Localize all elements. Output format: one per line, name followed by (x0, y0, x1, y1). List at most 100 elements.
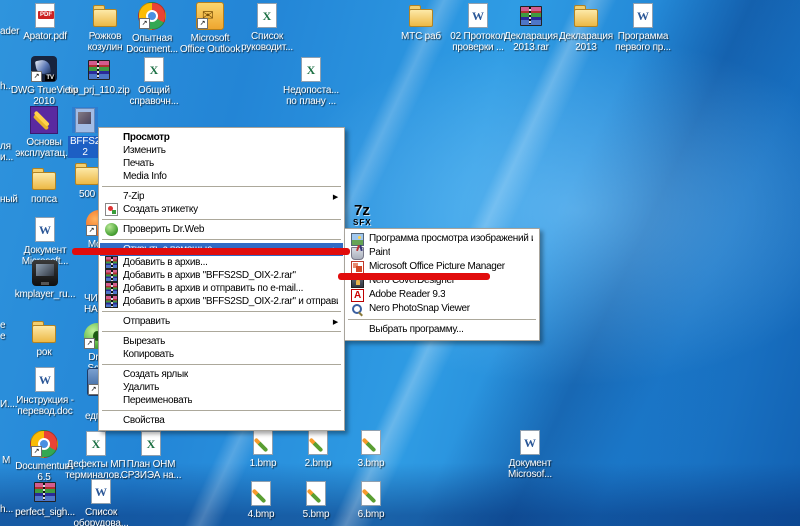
icon-label: BFFS22 (68, 136, 102, 158)
desktop-icon[interactable]: 1.bmp (234, 429, 292, 469)
desktop-label-fragment[interactable]: ляи... (0, 141, 13, 163)
menu-icon-spacer (105, 170, 118, 183)
icon-label: Списокоборудова... (73, 507, 128, 526)
menu-item-print[interactable]: Печать (100, 157, 343, 170)
menu-item-add-to-named-archive[interactable]: Добавить в архив "BFFS2SD_OIX-2.rar" (100, 269, 343, 282)
desktop-icon[interactable]: рок (15, 318, 73, 358)
bmp-icon (248, 480, 274, 506)
word-icon (32, 366, 58, 392)
desktop-icon[interactable]: МТС раб (392, 2, 450, 42)
icon-label: Декларация2013 (559, 31, 613, 53)
desktop-icon[interactable]: Списокруководит... (238, 2, 296, 53)
submenu-item-picture-fax-viewer[interactable]: Программа просмотра изображений и факсов (346, 232, 538, 246)
winrar-icon (105, 295, 118, 308)
chrome-icon (30, 430, 58, 458)
desktop-icon[interactable]: Apator.pdf (16, 2, 74, 42)
desktop-label-fragment[interactable]: И.... (0, 399, 17, 410)
winrar-icon (105, 256, 118, 269)
desktop-icon[interactable]: Декларация2013 (557, 2, 615, 53)
submenu-item-picture-manager[interactable]: Microsoft Office Picture Manager (346, 260, 538, 274)
menu-item-label: Вырезать (123, 335, 165, 348)
menu-item-media-info[interactable]: Media Info (100, 170, 343, 183)
icon-label: МТС раб (401, 31, 441, 42)
submenu-item-choose-program[interactable]: Выбрать программу... (346, 323, 538, 337)
desktop-icon[interactable]: План ОНМСРЗИЭА на... (122, 430, 180, 481)
submenu-item-adobe-reader[interactable]: Adobe Reader 9.3 (346, 288, 538, 302)
desktop-icon[interactable]: Общийсправочн... (125, 56, 183, 107)
menu-item-create-label[interactable]: Создать этикетку (100, 203, 343, 216)
picfax-icon (351, 233, 364, 246)
menu-item-archive-email[interactable]: Добавить в архив и отправить по e-mail..… (100, 282, 343, 295)
menu-item-label: Отправить (123, 315, 170, 328)
menu-item-preview[interactable]: Просмотр (100, 131, 343, 144)
menu-item-label: Удалить (123, 381, 159, 394)
winrar-icon (105, 282, 118, 295)
desktop-icon[interactable]: Недопоста...по плану ... (282, 56, 340, 107)
menu-item-7zip[interactable]: 7-Zip (100, 190, 343, 203)
context-menu-separator (102, 410, 341, 411)
paint-icon (351, 247, 364, 260)
menu-item-cut[interactable]: Вырезать (100, 335, 343, 348)
desktop-label-fragment[interactable]: М (2, 455, 10, 466)
menu-item-label: Nero PhotoSnap Viewer (369, 302, 470, 316)
submenu-item-paint[interactable]: Paint (346, 246, 538, 260)
menu-item-properties[interactable]: Свойства (100, 414, 343, 427)
desktop-icon[interactable]: MicrosoftOffice Outlook (181, 2, 239, 55)
icon-label: М (2, 455, 10, 466)
menu-icon-spacer (105, 315, 118, 328)
desktop-icon[interactable]: Списокоборудова... (72, 478, 130, 526)
menu-item-create-shortcut[interactable]: Создать ярлык (100, 368, 343, 381)
menu-item-label: Программа просмотра изображений и факсов (369, 232, 533, 246)
desktop-icon[interactable]: Дефекты МПтерминалов... (67, 430, 125, 481)
purple-icon (30, 106, 58, 134)
desktop-label-fragment[interactable]: h... (0, 504, 13, 515)
desktop-icon[interactable]: ОпытнаяDocument... (123, 2, 181, 55)
annotation-red-underline (72, 248, 350, 255)
desktop-icon[interactable]: Инструкция -перевод.doc (16, 366, 74, 417)
desktop-icon[interactable] (337, 203, 395, 229)
desktop-icon[interactable]: 6.bmp (342, 480, 400, 520)
menu-item-copy[interactable]: Копировать (100, 348, 343, 361)
menu-item-label: Добавить в архив "BFFS2SD_OIX-2.rar" (123, 269, 296, 282)
desktop-label-fragment[interactable]: ЧИНА (84, 293, 98, 315)
menu-item-add-to-archive[interactable]: Добавить в архив... (100, 256, 343, 269)
desktop-icon[interactable]: perfect_sigh... (16, 478, 74, 518)
desktop-icon[interactable]: DWG TrueView2010 (15, 56, 73, 107)
desktop-icon[interactable]: 3.bmp (342, 429, 400, 469)
folder-icon (92, 2, 118, 28)
desktop-icon[interactable]: 2.bmp (289, 429, 347, 469)
word-icon (630, 2, 656, 28)
desktop-icon[interactable]: Программапервого пр... (614, 2, 672, 53)
menu-item-named-archive-email[interactable]: Добавить в архив "BFFS2SD_OIX-2.rar" и о… (100, 295, 343, 308)
menu-item-label: Adobe Reader 9.3 (369, 288, 445, 302)
menu-item-edit[interactable]: Изменить (100, 144, 343, 157)
word-icon (88, 478, 114, 504)
menu-item-rename[interactable]: Переименовать (100, 394, 343, 407)
shortcut-arrow-icon (31, 446, 42, 457)
menu-item-label: Добавить в архив... (123, 256, 208, 269)
icon-label: 4.bmp (248, 509, 275, 520)
menu-item-label: Печать (123, 157, 154, 170)
submenu-item-nero-photosnap[interactable]: Nero PhotoSnap Viewer (346, 302, 538, 316)
icon-label: Списокруководит... (241, 31, 293, 53)
menu-item-drweb-scan[interactable]: Проверить Dr.Web (100, 223, 343, 236)
desktop-icon[interactable]: 4.bmp (232, 480, 290, 520)
excel-icon (83, 430, 109, 456)
desktop-icon[interactable]: ДокументMicrosof... (501, 429, 559, 480)
desktop-icon[interactable]: 5.bmp (287, 480, 345, 520)
icon-label: 2.bmp (305, 458, 332, 469)
desktop-icon[interactable]: 02 Протоколпроверки ... (449, 2, 507, 53)
icon-label: Инструкция -перевод.doc (16, 395, 74, 417)
menu-item-label: Создать этикетку (123, 203, 198, 216)
menu-item-label: 7-Zip (123, 190, 144, 203)
desktop-icon[interactable]: Декларация2013.rar (502, 2, 560, 53)
icon-label: ее (0, 320, 5, 342)
menu-item-delete[interactable]: Удалить (100, 381, 343, 394)
menu-item-send-to[interactable]: Отправить (100, 315, 343, 328)
desktop-icon[interactable]: tip_prj_110.zip (70, 56, 128, 96)
desktop-label-fragment[interactable]: ее (0, 320, 5, 342)
bmp-icon (303, 480, 329, 506)
icon-label: ляи... (0, 141, 13, 163)
icon-label: ОпытнаяDocument... (126, 33, 178, 55)
desktop-icon[interactable]: kmplayer_ru... (16, 260, 74, 300)
